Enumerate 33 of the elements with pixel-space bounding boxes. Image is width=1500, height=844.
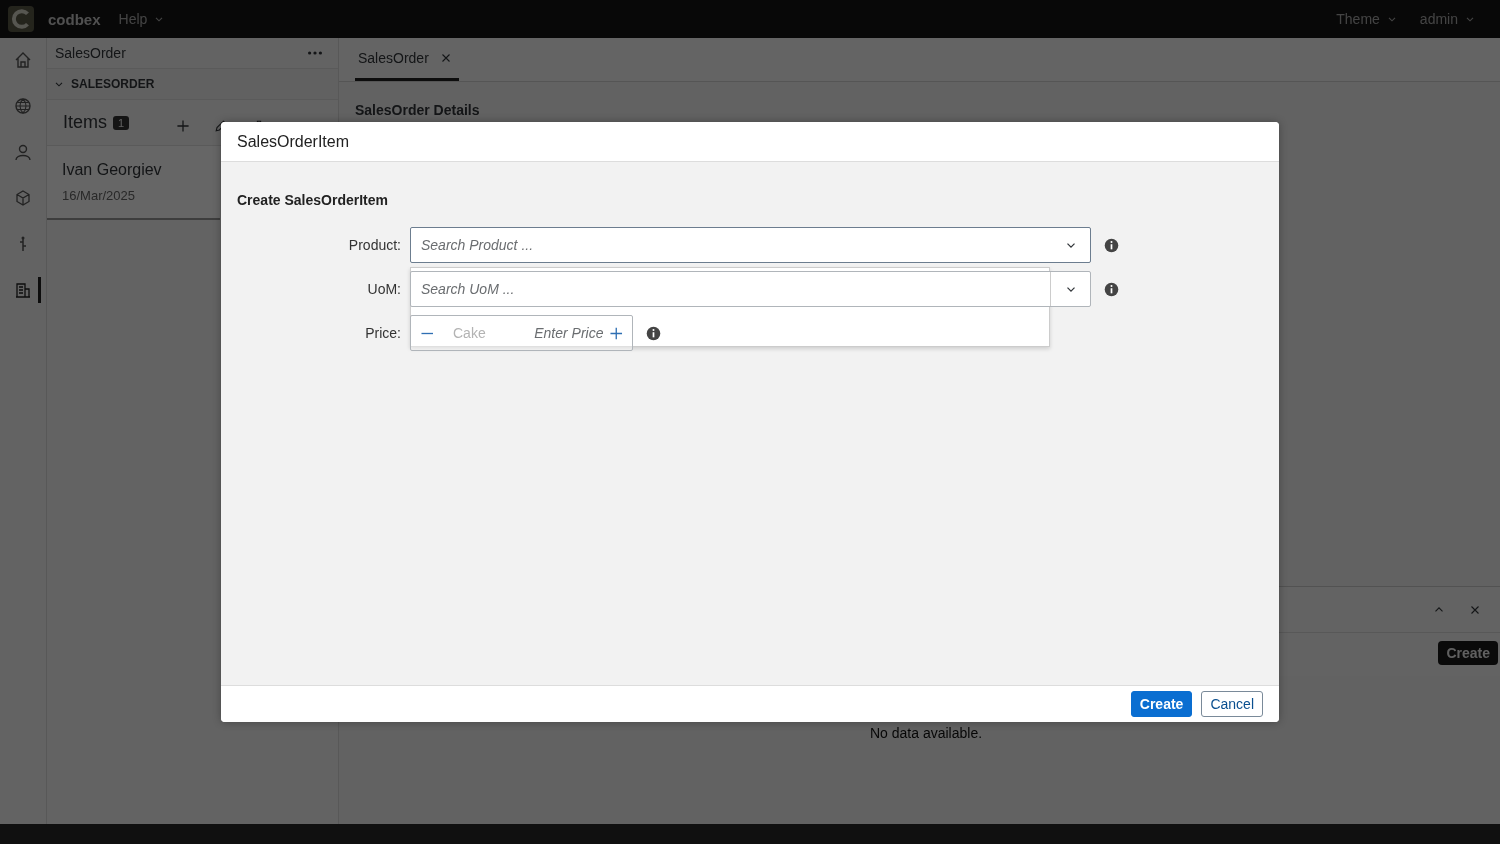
suggestion-item[interactable]: Cake (453, 325, 486, 341)
cancel-button[interactable]: Cancel (1201, 691, 1263, 717)
create-button[interactable]: Create (1130, 691, 1193, 717)
count-badge: 1 (113, 115, 130, 130)
section-title: SalesOrder Details (355, 102, 481, 118)
dialog-title: SalesOrderItem (237, 132, 350, 151)
info-icon[interactable] (1103, 236, 1120, 254)
globe-icon[interactable] (13, 96, 33, 116)
form-title: Create SalesOrderItem (237, 192, 389, 208)
home-icon[interactable] (13, 50, 33, 70)
tab[interactable]: SalesOrder (355, 50, 459, 81)
building-icon[interactable] (13, 280, 33, 300)
field-label: UoM: (366, 281, 401, 297)
list-title: Items (63, 112, 107, 133)
section-title: SALESORDER (71, 77, 155, 91)
cube-icon[interactable] (13, 188, 33, 208)
field-label: Price: (364, 325, 401, 341)
logo-icon[interactable] (8, 6, 34, 32)
selection-indicator (37, 277, 41, 303)
panel-title: SalesOrder (55, 45, 126, 61)
menu-button[interactable]: Help (114, 11, 170, 27)
item-title: Ivan Georgiev (62, 161, 163, 179)
item-date: 16/Mar/2025 (62, 188, 136, 203)
create-button[interactable]: Create (1438, 641, 1498, 665)
add-icon[interactable] (175, 117, 192, 134)
empty-message: No data available. (870, 725, 984, 741)
info-icon[interactable] (645, 324, 662, 342)
info-icon[interactable] (1103, 280, 1120, 298)
field-label: Product: (347, 237, 401, 253)
menu-button[interactable]: admin (1415, 11, 1480, 27)
brand-name[interactable]: codbex (48, 10, 101, 28)
user-icon[interactable] (13, 142, 33, 162)
menu-button[interactable]: Theme (1332, 11, 1402, 27)
